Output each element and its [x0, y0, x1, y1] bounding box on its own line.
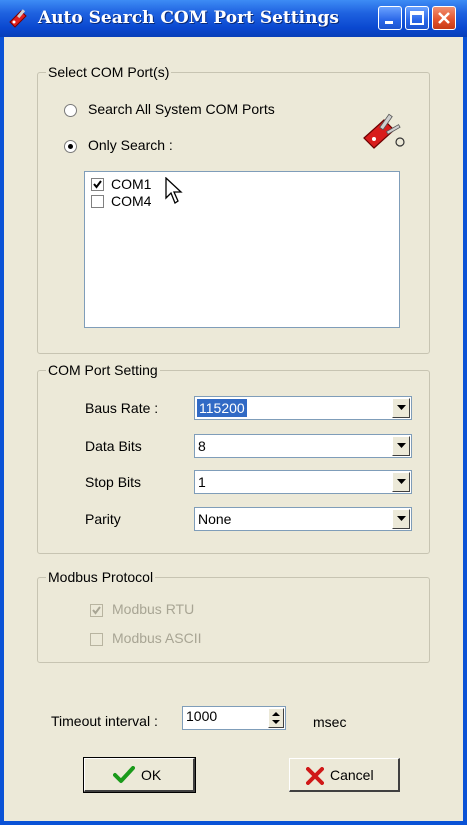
minimize-button[interactable]	[378, 6, 402, 30]
close-icon	[438, 12, 450, 24]
chevron-down-icon	[397, 516, 406, 521]
chevron-down-icon	[397, 405, 406, 410]
close-button[interactable]	[432, 6, 456, 30]
data-bits-dropdown-button[interactable]	[392, 436, 410, 456]
baud-rate-select[interactable]: 115200	[194, 396, 412, 420]
radio-search-all-label[interactable]: Search All System COM Ports	[88, 101, 275, 117]
ok-label: OK	[141, 767, 162, 783]
timeout-label: Timeout interval :	[51, 713, 158, 729]
data-bits-label: Data Bits	[85, 438, 142, 454]
window-title: Auto Search COM Port Settings	[38, 8, 339, 28]
baud-rate-label: Baus Rate :	[85, 400, 159, 416]
baud-rate-dropdown-button[interactable]	[392, 398, 410, 418]
checkmark-icon	[92, 606, 101, 615]
radio-only-search-label[interactable]: Only Search :	[88, 137, 173, 153]
cancel-label: Cancel	[330, 767, 374, 783]
modbus-protocol-group: Modbus Protocol	[37, 569, 430, 663]
baud-rate-value: 115200	[197, 399, 247, 417]
com4-label[interactable]: COM4	[111, 193, 151, 209]
stop-bits-dropdown-button[interactable]	[392, 472, 410, 492]
stop-bits-value: 1	[198, 474, 206, 490]
data-bits-select[interactable]: 8	[194, 434, 412, 458]
data-bits-value: 8	[198, 438, 206, 454]
radio-search-all[interactable]	[64, 104, 77, 117]
timeout-unit: msec	[313, 714, 347, 730]
modbus-ascii-checkbox[interactable]	[90, 633, 103, 646]
parity-label: Parity	[85, 511, 121, 527]
swiss-knife-icon	[363, 113, 405, 149]
parity-value: None	[198, 511, 232, 527]
mouse-cursor-icon	[165, 177, 183, 204]
modbus-protocol-legend: Modbus Protocol	[46, 569, 156, 585]
stop-bits-label: Stop Bits	[85, 474, 142, 490]
chevron-down-icon	[397, 443, 406, 448]
com4-checkbox[interactable]	[91, 195, 104, 208]
modbus-ascii-label[interactable]: Modbus ASCII	[112, 630, 202, 646]
cancel-button[interactable]: Cancel	[289, 758, 400, 792]
modbus-rtu-checkbox[interactable]	[90, 604, 103, 617]
maximize-button[interactable]	[405, 6, 429, 30]
com-port-list[interactable]: COM1 COM4	[84, 171, 400, 328]
spin-arrows-icon	[272, 712, 280, 724]
timeout-spinner[interactable]: 1000	[182, 706, 286, 730]
minimize-icon	[385, 21, 393, 24]
ok-button[interactable]: OK	[83, 757, 196, 793]
parity-dropdown-button[interactable]	[392, 509, 410, 529]
title-bar[interactable]: Auto Search COM Port Settings	[0, 0, 467, 37]
com1-checkbox[interactable]	[91, 178, 104, 191]
modbus-rtu-label[interactable]: Modbus RTU	[112, 601, 194, 617]
timeout-spin-buttons[interactable]	[268, 708, 284, 728]
chevron-down-icon	[397, 479, 406, 484]
swiss-knife-icon	[9, 9, 27, 28]
timeout-value: 1000	[186, 708, 218, 724]
radio-only-search[interactable]	[64, 140, 77, 153]
checkmark-icon	[93, 180, 102, 189]
parity-select[interactable]: None	[194, 507, 412, 531]
com1-label[interactable]: COM1	[111, 176, 151, 192]
stop-bits-select[interactable]: 1	[194, 470, 412, 494]
com-port-setting-legend: COM Port Setting	[46, 362, 160, 378]
red-x-icon	[306, 767, 324, 785]
select-com-ports-legend: Select COM Port(s)	[46, 64, 172, 80]
maximize-icon	[410, 11, 424, 25]
checkmark-icon	[113, 766, 135, 783]
radio-selected-dot	[68, 144, 73, 149]
